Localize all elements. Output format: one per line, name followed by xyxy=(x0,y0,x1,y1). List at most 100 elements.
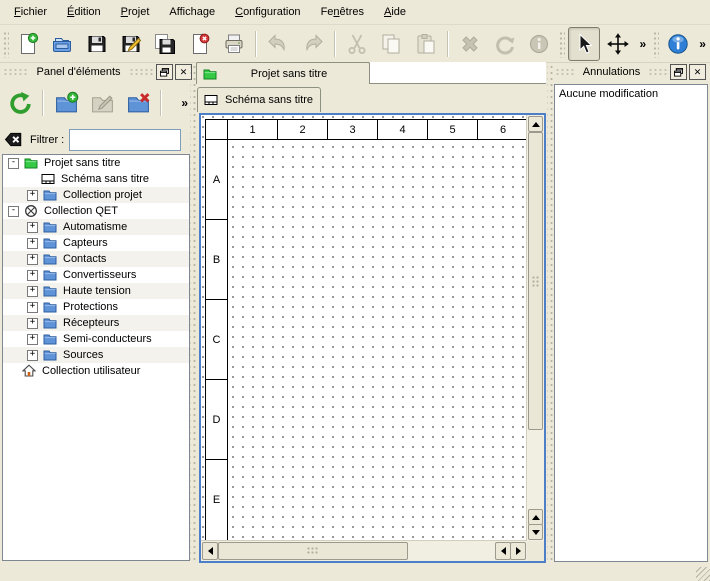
tree-item-collection-projet[interactable]: +Collection projet xyxy=(3,187,189,203)
toolbar-overflow-1-chevron-icon[interactable]: » xyxy=(636,37,651,51)
horizontal-scroll-thumb[interactable] xyxy=(218,542,408,560)
left-splitter-handle[interactable] xyxy=(190,62,196,560)
open-project-button[interactable] xyxy=(46,27,78,61)
rotate-icon xyxy=(493,32,517,56)
schema-view: 123456ABCDE xyxy=(199,113,546,563)
filter-input[interactable] xyxy=(69,129,181,151)
expand-icon[interactable]: + xyxy=(27,286,38,297)
pan-mode-button[interactable] xyxy=(602,27,634,61)
vertical-scrollbar[interactable] xyxy=(526,115,544,541)
tree-item-semi-conducteurs[interactable]: +Semi-conducteurs xyxy=(3,331,189,347)
folder-edit-icon xyxy=(90,91,115,116)
schema-tab-bar: Schéma sans titre xyxy=(197,87,546,113)
window-resize-grip[interactable] xyxy=(696,567,710,581)
vertical-scroll-thumb[interactable] xyxy=(528,132,543,430)
delete-category-button[interactable] xyxy=(122,87,154,119)
scroll-right-button[interactable] xyxy=(510,542,526,560)
tree-item-collection-qet[interactable]: -Collection QET xyxy=(3,203,189,219)
scroll-up-button[interactable] xyxy=(528,116,543,132)
tab-schema[interactable]: Schéma sans titre xyxy=(197,87,321,112)
toolbar-drag-handle[interactable] xyxy=(652,30,659,58)
tree-item-capteurs[interactable]: +Capteurs xyxy=(3,235,189,251)
scroll-down-button[interactable] xyxy=(528,524,543,540)
menu-fichier[interactable]: Fichier xyxy=(4,2,57,22)
tree-item-automatisme[interactable]: +Automatisme xyxy=(3,219,189,235)
refresh-icon xyxy=(8,91,33,116)
tree-item-label: Projet sans titre xyxy=(44,157,120,169)
undo-history-list: Aucune modification xyxy=(554,84,708,562)
column-header-3: 3 xyxy=(328,120,378,140)
tree-item-contacts[interactable]: +Contacts xyxy=(3,251,189,267)
expand-icon[interactable]: + xyxy=(27,190,38,201)
horizontal-scrollbar[interactable] xyxy=(201,540,527,561)
clear-filter-icon[interactable] xyxy=(4,131,24,149)
expand-icon[interactable]: + xyxy=(27,222,38,233)
scroll-left-button[interactable] xyxy=(202,542,218,560)
folder-delete-icon xyxy=(126,91,151,116)
about-qet-button[interactable] xyxy=(662,27,694,61)
save-all-button[interactable] xyxy=(149,27,181,61)
tab-project[interactable]: Projet sans titre xyxy=(196,62,370,84)
new-doc-icon xyxy=(16,32,40,56)
column-header-2: 2 xyxy=(278,120,328,140)
new-category-button[interactable] xyxy=(50,87,82,119)
tree-item-recepteurs[interactable]: +Récepteurs xyxy=(3,315,189,331)
project-tab-label: Projet sans titre xyxy=(251,68,341,80)
menu-aide[interactable]: Aide xyxy=(374,2,416,22)
collapse-icon[interactable]: - xyxy=(8,206,19,217)
tree-item-label: Sources xyxy=(63,349,103,361)
rotate-button xyxy=(488,27,520,61)
right-splitter-handle[interactable] xyxy=(547,62,553,560)
save-button[interactable] xyxy=(80,27,112,61)
schema-canvas[interactable]: 123456ABCDE xyxy=(201,115,527,541)
close-undo-panel-button[interactable]: ✕ xyxy=(689,64,706,80)
collapse-icon[interactable]: - xyxy=(8,158,19,169)
dock-texture xyxy=(3,68,28,76)
scroll-up-button-2[interactable] xyxy=(528,509,543,525)
tree-item-convertisseurs[interactable]: + Convertisseurs xyxy=(3,267,189,283)
float-undo-panel-button[interactable] xyxy=(670,64,687,80)
elements-panel-title: Panel d'éléments xyxy=(28,66,128,78)
close-file-button[interactable] xyxy=(184,27,216,61)
tree-item-label: Convertisseurs xyxy=(63,269,136,281)
expand-icon[interactable]: + xyxy=(27,302,38,313)
title-block-frame: 123456ABCDE xyxy=(205,119,527,541)
print-button[interactable] xyxy=(218,27,250,61)
undo-list-item[interactable]: Aucune modification xyxy=(555,85,707,103)
undo-button xyxy=(262,27,294,61)
expand-icon[interactable]: + xyxy=(27,350,38,361)
delete-button xyxy=(454,27,486,61)
expand-icon[interactable]: + xyxy=(27,334,38,345)
tree-item-sources[interactable]: + Sources xyxy=(3,347,189,363)
menu-bar: FichierÉditionProjetAffichageConfigurati… xyxy=(0,0,710,25)
menu-projet[interactable]: Projet xyxy=(111,2,160,22)
tree-item-haute-tension[interactable]: +Haute tension xyxy=(3,283,189,299)
menu-fenetres[interactable]: Fenêtres xyxy=(311,2,374,22)
redo-icon xyxy=(301,32,325,56)
toolbar-drag-handle[interactable] xyxy=(2,30,9,58)
undo-panel-title: Annulations xyxy=(575,66,649,78)
save-as-button[interactable] xyxy=(115,27,147,61)
new-document-button[interactable] xyxy=(12,27,44,61)
qelectrotech-window: FichierÉditionProjetAffichageConfigurati… xyxy=(0,0,710,581)
select-mode-button[interactable] xyxy=(568,27,600,61)
toolbar-drag-handle[interactable] xyxy=(558,30,565,58)
move-cross-icon xyxy=(606,32,630,56)
menu-affichage[interactable]: Affichage xyxy=(159,2,225,22)
float-panel-button[interactable] xyxy=(156,64,173,80)
reload-collections-button[interactable] xyxy=(4,87,36,119)
menu-edition[interactable]: Édition xyxy=(57,2,111,22)
tree-item-protections[interactable]: +Protections xyxy=(3,299,189,315)
tree-item-projet-sans-titre[interactable]: - Projet sans titre xyxy=(3,155,189,171)
expand-icon[interactable]: + xyxy=(27,318,38,329)
tree-item-collection-utilisateur[interactable]: Collection utilisateur xyxy=(3,363,189,379)
expand-icon[interactable]: + xyxy=(27,254,38,265)
scroll-left-button-2[interactable] xyxy=(495,542,511,560)
toolbar-overflow-2-chevron-icon[interactable]: » xyxy=(695,37,710,51)
row-label-C: C xyxy=(206,300,228,380)
tree-item-schema-sans-titre[interactable]: Schéma sans titre xyxy=(3,171,189,187)
menu-configuration[interactable]: Configuration xyxy=(225,2,310,22)
folder-blue-icon xyxy=(43,236,58,250)
expand-icon[interactable]: + xyxy=(27,270,38,281)
expand-icon[interactable]: + xyxy=(27,238,38,249)
